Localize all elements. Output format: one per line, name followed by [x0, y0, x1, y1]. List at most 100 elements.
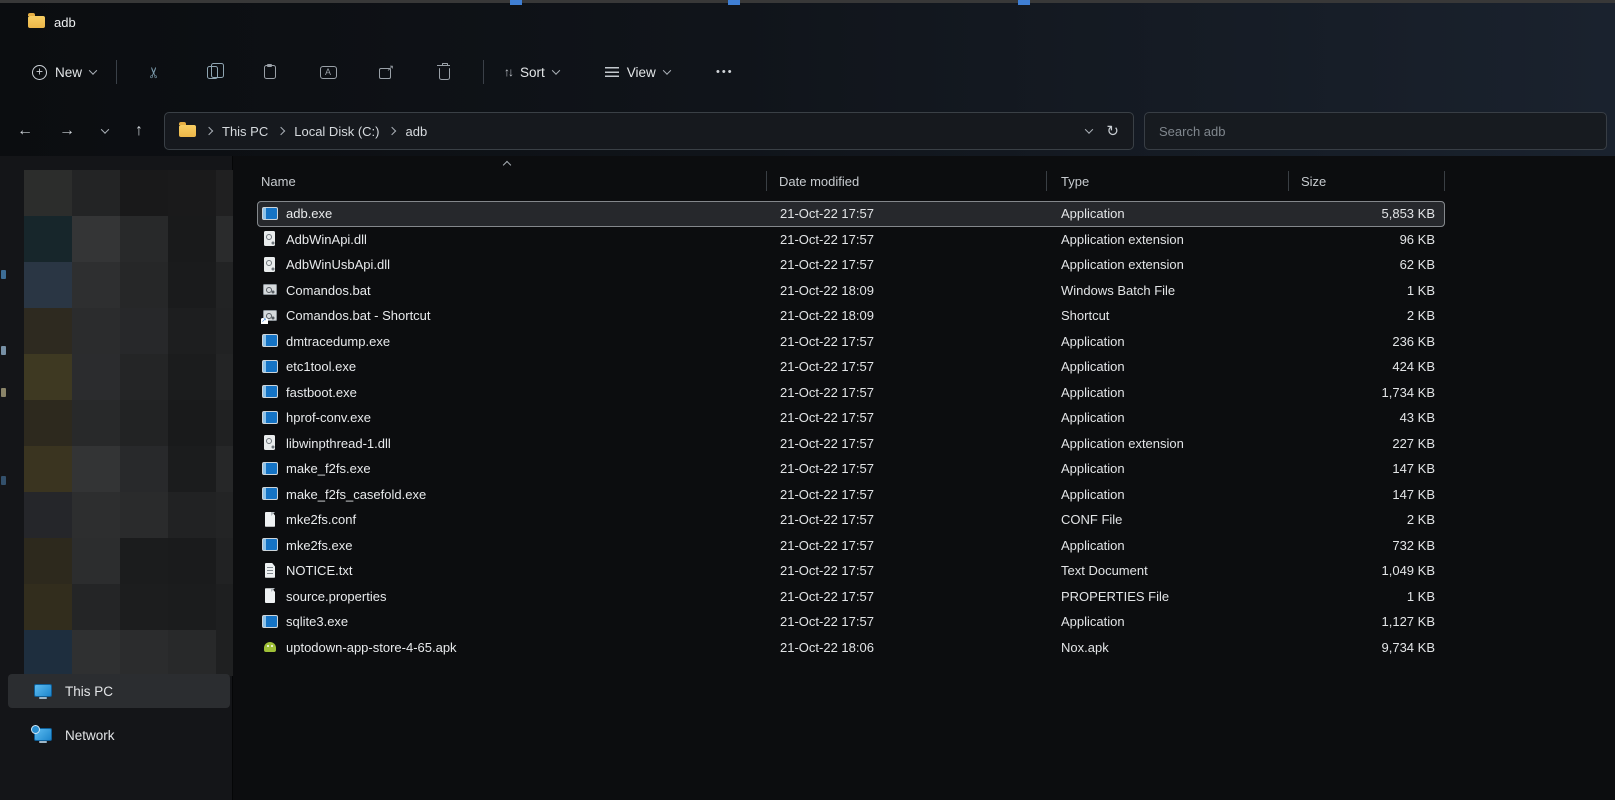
copy-button[interactable]: [193, 54, 231, 90]
view-button[interactable]: View: [595, 54, 680, 90]
search-input[interactable]: [1144, 112, 1607, 150]
column-header-date-modified[interactable]: Date modified: [767, 166, 1047, 196]
file-row[interactable]: dmtracedump.exe21-Oct-22 17:57Applicatio…: [257, 329, 1445, 355]
file-row[interactable]: AdbWinApi.dll21-Oct-22 17:57Application …: [257, 227, 1445, 253]
rename-icon: [320, 66, 337, 79]
file-name: make_f2fs_casefold.exe: [286, 487, 426, 502]
file-date-modified: 21-Oct-22 17:57: [767, 487, 1047, 502]
file-name-cell: AdbWinUsbApi.dll: [257, 257, 767, 273]
blur-row: [24, 216, 233, 262]
file-row[interactable]: AdbWinUsbApi.dll21-Oct-22 17:57Applicati…: [257, 252, 1445, 278]
file-name-cell: hprof-conv.exe: [257, 410, 767, 426]
dll-file-icon: [262, 231, 278, 247]
share-icon: [379, 65, 393, 79]
file-row[interactable]: Comandos.bat - Shortcut21-Oct-22 18:09Sh…: [257, 303, 1445, 329]
column-header-size[interactable]: Size: [1289, 166, 1445, 196]
sort-button[interactable]: ↑↓ Sort: [494, 54, 569, 90]
file-row[interactable]: etc1tool.exe21-Oct-22 17:57Application42…: [257, 354, 1445, 380]
up-button[interactable]: ↑: [122, 115, 156, 147]
file-date-modified: 21-Oct-22 17:57: [767, 461, 1047, 476]
file-type: Nox.apk: [1047, 640, 1289, 655]
new-button-label: New: [55, 65, 82, 80]
file-row[interactable]: mke2fs.exe21-Oct-22 17:57Application732 …: [257, 533, 1445, 559]
file-date-modified: 21-Oct-22 17:57: [767, 410, 1047, 425]
delete-button[interactable]: [425, 54, 463, 90]
file-date-modified: 21-Oct-22 17:57: [767, 257, 1047, 272]
breadcrumb-local-disk-c[interactable]: Local Disk (C:): [286, 120, 387, 143]
blurred-sidebar-item: [72, 308, 120, 354]
breadcrumb-adb[interactable]: adb: [397, 120, 435, 143]
file-type: Windows Batch File: [1047, 283, 1289, 298]
file-date-modified: 21-Oct-22 17:57: [767, 334, 1047, 349]
file-name: adb.exe: [286, 206, 332, 221]
blur-row: [24, 354, 233, 400]
rename-button[interactable]: [309, 54, 347, 90]
file-size: 1 KB: [1289, 589, 1445, 604]
file-size: 147 KB: [1289, 461, 1445, 476]
forward-button[interactable]: →: [50, 115, 84, 147]
recent-locations-button[interactable]: [88, 115, 122, 147]
paste-button[interactable]: [251, 54, 289, 90]
tab-title: adb: [54, 15, 76, 30]
blurred-sidebar-item: [168, 492, 216, 538]
file-size: 1,734 KB: [1289, 385, 1445, 400]
more-options-button[interactable]: •••: [706, 54, 744, 90]
file-pane: Name Date modified Type Size adb.exe21-O…: [233, 156, 1615, 800]
navigation-sidebar: This PC Network: [0, 156, 233, 800]
blurred-sidebar-item: [168, 170, 216, 216]
blurred-sidebar-item: [24, 216, 72, 262]
refresh-icon[interactable]: ↻: [1106, 122, 1119, 140]
sidebar-item-this-pc[interactable]: This PC: [8, 674, 230, 708]
file-row[interactable]: source.properties21-Oct-22 17:57PROPERTI…: [257, 584, 1445, 610]
file-size: 732 KB: [1289, 538, 1445, 553]
blurred-sidebar-item: [72, 400, 120, 446]
file-row[interactable]: fastboot.exe21-Oct-22 17:57Application1,…: [257, 380, 1445, 406]
new-button[interactable]: New: [22, 54, 106, 90]
chevron-down-icon: [552, 66, 560, 74]
file-type: Shortcut: [1047, 308, 1289, 323]
blurred-sidebar-item: [216, 262, 233, 308]
file-row[interactable]: sqlite3.exe21-Oct-22 17:57Application1,1…: [257, 609, 1445, 635]
address-dropdown-chevron[interactable]: [1085, 125, 1093, 133]
blurred-sidebar-item: [72, 216, 120, 262]
blurred-sidebar-item: [120, 262, 168, 308]
file-row[interactable]: mke2fs.conf21-Oct-22 17:57CONF File2 KB: [257, 507, 1445, 533]
breadcrumb-this-pc[interactable]: This PC: [214, 120, 276, 143]
file-name: NOTICE.txt: [286, 563, 352, 578]
file-row[interactable]: uptodown-app-store-4-65.apk21-Oct-22 18:…: [257, 635, 1445, 661]
file-row[interactable]: NOTICE.txt21-Oct-22 17:57Text Document1,…: [257, 558, 1445, 584]
share-button[interactable]: [367, 54, 405, 90]
column-header-name[interactable]: Name: [257, 166, 767, 196]
file-row[interactable]: libwinpthread-1.dll21-Oct-22 17:57Applic…: [257, 431, 1445, 457]
sidebar-item-network[interactable]: Network: [8, 718, 230, 752]
file-size: 1,049 KB: [1289, 563, 1445, 578]
file-row[interactable]: Comandos.bat21-Oct-22 18:09Windows Batch…: [257, 278, 1445, 304]
file-name: dmtracedump.exe: [286, 334, 390, 349]
blurred-sidebar-item: [24, 400, 72, 446]
dll-file-icon: [262, 257, 278, 273]
address-bar[interactable]: This PC Local Disk (C:) adb ↻: [164, 112, 1134, 150]
explorer-tab[interactable]: adb: [0, 15, 76, 30]
back-button[interactable]: ←: [8, 115, 42, 147]
file-size: 9,734 KB: [1289, 640, 1445, 655]
file-type: Application extension: [1047, 232, 1289, 247]
file-row[interactable]: hprof-conv.exe21-Oct-22 17:57Application…: [257, 405, 1445, 431]
blurred-sidebar-item: [168, 538, 216, 584]
file-date-modified: 21-Oct-22 17:57: [767, 589, 1047, 604]
blur-row: [24, 262, 233, 308]
file-name: sqlite3.exe: [286, 614, 348, 629]
file-name-cell: sqlite3.exe: [257, 614, 767, 630]
clipboard-icon: [264, 65, 276, 79]
titlebar: adb: [0, 8, 76, 36]
file-row[interactable]: make_f2fs_casefold.exe21-Oct-22 17:57App…: [257, 482, 1445, 508]
file-name-cell: dmtracedump.exe: [257, 333, 767, 349]
file-row[interactable]: adb.exe21-Oct-22 17:57Application5,853 K…: [257, 201, 1445, 227]
scissors-icon: ✂: [147, 66, 162, 79]
cut-button[interactable]: ✂: [135, 54, 173, 90]
file-date-modified: 21-Oct-22 17:57: [767, 436, 1047, 451]
file-name: fastboot.exe: [286, 385, 357, 400]
file-row[interactable]: make_f2fs.exe21-Oct-22 17:57Application1…: [257, 456, 1445, 482]
blurred-sidebar-item: [168, 262, 216, 308]
blurred-sidebar-item: [120, 216, 168, 262]
column-header-type[interactable]: Type: [1047, 166, 1289, 196]
